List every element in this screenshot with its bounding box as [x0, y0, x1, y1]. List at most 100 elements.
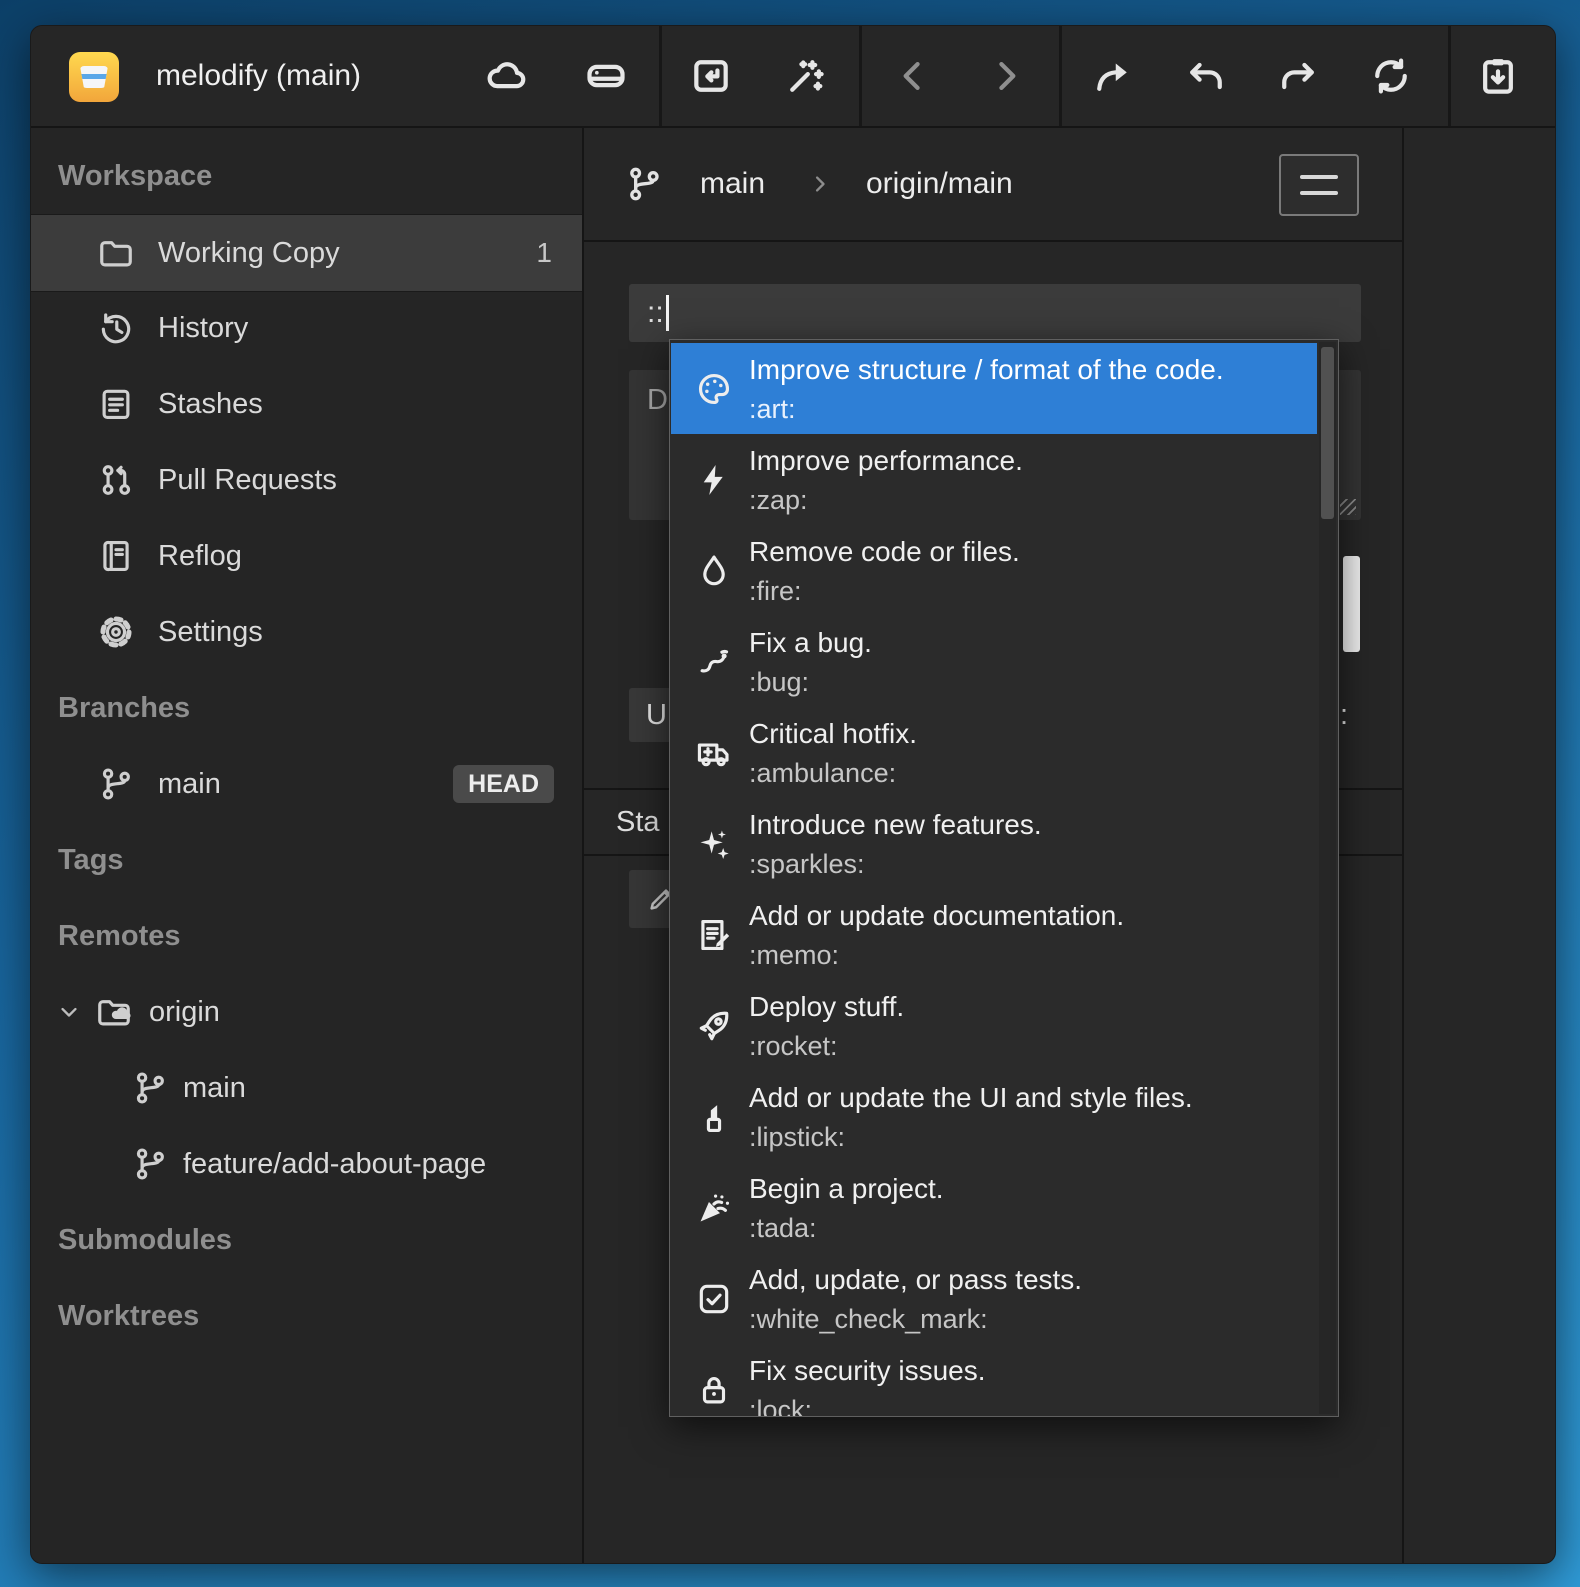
sidebar: WorkspaceWorking Copy 1HistoryStashesPull… [31, 128, 584, 1563]
toolbar-separator [1059, 26, 1062, 126]
gitmoji-item-tada[interactable]: Begin a project.:tada: [671, 1162, 1317, 1253]
count-badge: 1 [536, 215, 552, 291]
nav-forward-button[interactable] [976, 46, 1036, 106]
drive-icon [584, 54, 628, 98]
summary-text: :: [647, 296, 664, 330]
sidebar-item-feature-add-about-page[interactable]: feature/add-about-page [31, 1126, 582, 1202]
app-window: melodify (main) WorkspaceWorking Copy1Hi… [30, 25, 1556, 1564]
gitmoji-item-memo[interactable]: Add or update documentation.:memo: [671, 889, 1317, 980]
magic-wand-icon [784, 54, 828, 98]
gitmoji-item-lipstick[interactable]: Add or update the UI and style files.:li… [671, 1071, 1317, 1162]
sidebar-item-label: main [158, 746, 221, 822]
sidebar-section-tags[interactable]: Tags [31, 822, 582, 898]
dropdown-scrollbar-thumb[interactable] [1321, 347, 1334, 519]
drive-button[interactable] [576, 46, 636, 106]
cloud-button[interactable] [476, 46, 536, 106]
menu-button[interactable] [1279, 154, 1359, 216]
gitmoji-description: Introduce new features. [749, 809, 1042, 841]
sidebar-section-workspace: Workspace [31, 138, 582, 214]
white-check-mark-icon [695, 1280, 733, 1318]
gitmoji-code: :sparkles: [749, 849, 865, 880]
branch-header: main origin/main [584, 128, 1402, 242]
share-button[interactable] [1083, 46, 1143, 106]
share-icon [1091, 54, 1135, 98]
sidebar-item-settings[interactable]: Settings [31, 594, 582, 670]
gitmoji-item-sparkles[interactable]: Introduce new features. :sparkles: [671, 798, 1317, 889]
nav-back-icon [891, 54, 935, 98]
gitmoji-description: Critical hotfix. [749, 718, 917, 750]
sidebar-item-main[interactable]: main HEAD [31, 746, 582, 822]
sidebar-section-worktrees[interactable]: Worktrees [31, 1278, 582, 1354]
current-branch[interactable]: main [700, 128, 765, 240]
sidebar-item-stashes[interactable]: Stashes [31, 366, 582, 442]
sync-icon [1369, 54, 1413, 98]
undo-button[interactable] [1176, 46, 1236, 106]
sidebar-item-label: Pull Requests [158, 442, 337, 518]
branch-icon [624, 164, 664, 204]
gitmoji-description: Remove code or files. [749, 536, 1020, 568]
gitmoji-item-zap[interactable]: Improve performance.:zap: [671, 434, 1317, 525]
box-return-button[interactable] [681, 46, 741, 106]
toolbar-separator [859, 26, 862, 126]
palette-icon [695, 370, 733, 408]
sidebar-section-submodules[interactable]: Submodules [31, 1202, 582, 1278]
sync-button[interactable] [1361, 46, 1421, 106]
gitmoji-item-lock[interactable]: Fix security issues.:lock: [671, 1344, 1317, 1417]
gitmoji-item-rocket[interactable]: Deploy stuff.:rocket: [671, 980, 1317, 1071]
tada-icon [695, 1189, 733, 1227]
sidebar-item-main[interactable]: main [31, 1050, 582, 1126]
magic-wand-button[interactable] [776, 46, 836, 106]
sparkles-icon [695, 825, 733, 863]
fire-icon [695, 552, 733, 590]
sidebar-section-remotes[interactable]: Remotes [31, 898, 582, 974]
section-label: Remotes [58, 898, 181, 974]
nav-back-button[interactable] [883, 46, 943, 106]
gitmoji-code: :lipstick: [749, 1122, 845, 1153]
gitmoji-code: :zap: [749, 485, 808, 516]
right-panel [1402, 128, 1555, 1563]
undo-icon [1184, 54, 1228, 98]
gitmoji-item-art[interactable]: Improve structure / format of the code.:… [671, 343, 1317, 434]
gitmoji-code: :rocket: [749, 1031, 838, 1062]
clipboard-down-button[interactable] [1468, 46, 1528, 106]
gitmoji-description: Fix a bug. [749, 627, 872, 659]
upstream-branch[interactable]: origin/main [866, 128, 1013, 240]
lock-icon [695, 1371, 733, 1409]
scrollbar-thumb[interactable] [1343, 556, 1360, 652]
commit-summary-input[interactable]: :: [629, 284, 1361, 342]
sidebar-item-label: Settings [158, 594, 263, 670]
sidebar-item-reflog[interactable]: Reflog [31, 518, 582, 594]
chevron-right-icon [806, 170, 834, 198]
description-placeholder: D [647, 384, 668, 416]
sidebar-item-label: Working Copy [158, 215, 340, 291]
stash-icon [97, 385, 135, 423]
sidebar-item-label: main [183, 1050, 246, 1126]
gitmoji-item-fire[interactable]: Remove code or files.:fire: [671, 525, 1317, 616]
gitmoji-item-white-check-mark[interactable]: Add, update, or pass tests.:white_check_… [671, 1253, 1317, 1344]
menu-line [1300, 175, 1338, 179]
gitmoji-item-ambulance[interactable]: Critical hotfix.:ambulance: [671, 707, 1317, 798]
memo-icon [695, 916, 733, 954]
toolbar-separator [659, 26, 662, 126]
sidebar-item-origin[interactable]: origin [31, 974, 582, 1050]
text-caret [666, 295, 669, 331]
redo-button[interactable] [1268, 46, 1328, 106]
titlebar-toolbar [31, 26, 1555, 126]
gitmoji-description: Improve structure / format of the code. [749, 354, 1224, 386]
sidebar-item-working-copy[interactable]: Working Copy 1 [31, 214, 582, 292]
gitmoji-item-bug[interactable]: Fix a bug.:bug: [671, 616, 1317, 707]
remote-icon [95, 993, 133, 1031]
dropdown-scrollbar[interactable] [1319, 342, 1336, 1414]
sidebar-section-branches[interactable]: Branches [31, 670, 582, 746]
redo-icon [1276, 54, 1320, 98]
resize-grip-icon[interactable] [1340, 499, 1356, 515]
box-return-icon [689, 54, 733, 98]
nav-forward-icon [984, 54, 1028, 98]
cloud-icon [484, 54, 528, 98]
lipstick-icon [695, 1098, 733, 1136]
sidebar-item-pull-requests[interactable]: Pull Requests [31, 442, 582, 518]
head-badge: HEAD [453, 765, 554, 803]
sidebar-item-history[interactable]: History [31, 290, 582, 366]
occluded-section-label: Sta [616, 790, 660, 854]
gitmoji-code: :art: [749, 394, 796, 425]
